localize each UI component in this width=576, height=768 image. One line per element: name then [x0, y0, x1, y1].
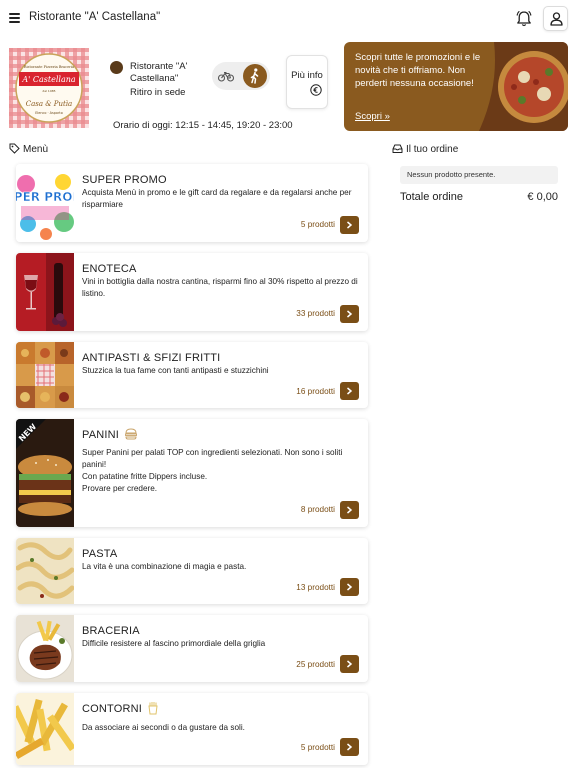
- product-count: 8 prodotti: [300, 505, 335, 514]
- product-count: 25 prodotti: [296, 660, 335, 669]
- category-title: PASTA: [82, 548, 118, 560]
- category-description: Difficile resistere al fascino primordia…: [82, 639, 266, 648]
- category-card-contorni[interactable]: CONTORNI Da associare ai secondi o da gu…: [16, 693, 368, 765]
- open-category-button[interactable]: [340, 382, 359, 400]
- opening-hours: Orario di oggi: 12:15 - 14:45, 19:20 - 2…: [113, 120, 293, 131]
- bell-icon[interactable]: [514, 9, 534, 29]
- product-count: 5 prodotti: [300, 743, 335, 752]
- category-description: Da associare ai secondi o da gustare da …: [82, 723, 245, 732]
- bike-icon[interactable]: [217, 67, 235, 85]
- category-thumbnail: [16, 615, 74, 682]
- more-info-label: Più info: [291, 70, 323, 81]
- category-title: CONTORNI: [82, 703, 143, 715]
- category-title: PANINI: [82, 429, 120, 441]
- walking-icon[interactable]: [243, 64, 267, 88]
- promo-link[interactable]: Scopri »: [355, 111, 390, 122]
- category-card-super-promo[interactable]: SUPER PROMO SUPER PROMO Acquista Menù in…: [16, 164, 368, 242]
- total-value: € 0,00: [527, 191, 558, 203]
- store-icon: [110, 61, 123, 74]
- menu-heading-label: Menù: [23, 144, 49, 155]
- category-thumbnail: NEW: [16, 419, 74, 527]
- empty-order-message: Nessun prodotto presente.: [400, 166, 558, 184]
- tray-icon: [392, 144, 403, 153]
- store-name: Ristorante "A' Castellana": [130, 61, 188, 84]
- product-count: 5 prodotti: [300, 220, 335, 229]
- category-title: ENOTECA: [82, 263, 137, 275]
- svg-text:A' Castellana: A' Castellana: [21, 75, 76, 84]
- category-title: BRACERIA: [82, 625, 140, 637]
- open-category-button[interactable]: [340, 501, 359, 519]
- order-heading-label: Il tuo ordine: [406, 144, 459, 155]
- user-icon: [550, 12, 563, 26]
- svg-text:dal 1985: dal 1985: [42, 89, 55, 93]
- promo-text: Scopri tutte le promozioni e le novità c…: [355, 52, 481, 89]
- menu-heading: Menù: [9, 143, 48, 155]
- category-card-braceria[interactable]: BRACERIA Difficile resistere al fascino …: [16, 615, 368, 682]
- category-card-enoteca[interactable]: ENOTECA Vini in bottiglia dalla nostra c…: [16, 253, 368, 331]
- open-category-button[interactable]: [340, 216, 359, 234]
- category-card-pasta[interactable]: PASTA La vita è una combinazione di magi…: [16, 538, 368, 604]
- euro-icon: [310, 84, 322, 96]
- chevron-right-icon: [347, 506, 353, 514]
- category-thumbnail: [16, 253, 74, 331]
- chevron-right-icon: [347, 583, 353, 591]
- chevron-right-icon: [347, 660, 353, 668]
- open-category-button[interactable]: [340, 738, 359, 756]
- product-count: 13 prodotti: [296, 583, 335, 592]
- category-title: SUPER PROMO: [82, 174, 167, 186]
- open-category-button[interactable]: [340, 655, 359, 673]
- order-heading: Il tuo ordine: [392, 143, 458, 155]
- category-thumbnail: [16, 693, 74, 765]
- more-info-button[interactable]: Più info: [286, 55, 328, 109]
- hamburger-icon[interactable]: [9, 13, 20, 23]
- empty-order-text: Nessun prodotto presente.: [407, 170, 496, 179]
- open-category-button[interactable]: [340, 305, 359, 323]
- promo-banner[interactable]: Scopri tutte le promozioni e le novità c…: [344, 42, 568, 131]
- restaurant-logo: Ristorante Pizzeria Braceria A' Castella…: [9, 48, 89, 128]
- product-count: 33 prodotti: [296, 309, 335, 318]
- category-thumbnail: [16, 538, 74, 604]
- total-label: Totale ordine: [400, 191, 463, 203]
- svg-text:Elenco · Asporto: Elenco · Asporto: [35, 111, 63, 115]
- category-card-panini[interactable]: NEW PANINI Super Panini per palati TOP c…: [16, 419, 368, 527]
- chevron-right-icon: [347, 310, 353, 318]
- svg-text:Ristorante Pizzeria Braceria: Ristorante Pizzeria Braceria: [24, 65, 74, 69]
- category-thumbnail: [16, 342, 74, 408]
- svg-text:Casa & Putìa: Casa & Putìa: [26, 100, 72, 108]
- tag-icon: [9, 143, 20, 154]
- category-description: Vini in bottiglia dalla nostra cantina, …: [82, 277, 358, 298]
- chevron-right-icon: [347, 387, 353, 395]
- burger-icon: [124, 427, 138, 441]
- app-title: Ristorante "A' Castellana": [29, 11, 161, 23]
- product-count: 16 prodotti: [296, 387, 335, 396]
- chevron-right-icon: [347, 221, 353, 229]
- chevron-right-icon: [347, 743, 353, 751]
- delivery-mode-toggle[interactable]: [212, 62, 270, 90]
- category-description: La vita è una combinazione di magia e pa…: [82, 562, 247, 571]
- category-title: ANTIPASTI & SFIZI FRITTI: [82, 352, 221, 364]
- account-button[interactable]: [543, 6, 568, 31]
- category-description: Super Panini per palati TOP con ingredie…: [82, 448, 343, 493]
- svg-text:SUPER PROMO: SUPER PROMO: [16, 190, 74, 204]
- category-description: Acquista Menù in promo e le gift card da…: [82, 188, 352, 209]
- category-card-antipasti[interactable]: ANTIPASTI & SFIZI FRITTI Stuzzica la tua…: [16, 342, 368, 408]
- fries-icon: [146, 701, 160, 715]
- category-description: Stuzzica la tua fame con tanti antipasti…: [82, 366, 269, 375]
- store-mode: Ritiro in sede: [130, 87, 186, 98]
- open-category-button[interactable]: [340, 578, 359, 596]
- top-bar: Ristorante "A' Castellana": [0, 0, 576, 38]
- category-thumbnail: SUPER PROMO: [16, 164, 74, 242]
